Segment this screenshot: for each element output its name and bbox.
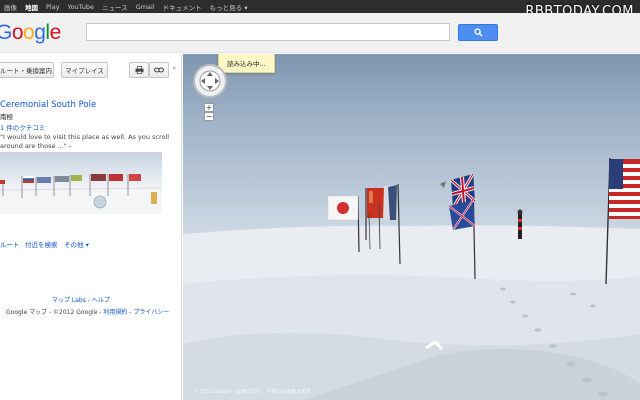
- printer-icon: [135, 66, 143, 74]
- action-more-link[interactable]: その他 ▾: [64, 239, 89, 249]
- loading-tooltip: 読み込み中...: [218, 54, 275, 73]
- topbar-link-more[interactable]: もっと見る ▾: [206, 2, 252, 12]
- my-places-button[interactable]: マイプレイス: [61, 62, 108, 78]
- action-search-nearby-link[interactable]: 付近を検索: [25, 239, 58, 249]
- google-logo[interactable]: Google: [0, 21, 61, 45]
- link-button[interactable]: [149, 62, 169, 78]
- footer-legal: Google マップ - ©2012 Google - 利用規約 - プライバシ…: [6, 307, 169, 316]
- footer-maps-label: Google マップ -: [6, 309, 54, 316]
- topbar-link-images[interactable]: 画像: [0, 2, 21, 12]
- street-view-panorama[interactable]: 読み込み中... + − © 2012 Google · 画像の日付 · 不適切…: [183, 54, 640, 400]
- topbar-link-gmail[interactable]: Gmail: [132, 3, 159, 11]
- pan-control[interactable]: [193, 64, 227, 98]
- search-button[interactable]: [458, 24, 498, 41]
- topbar-link-news[interactable]: ニュース: [98, 2, 132, 12]
- footer-copyright: ©2012 Google: [53, 309, 98, 316]
- zoom-out-button[interactable]: −: [204, 112, 214, 121]
- street-view-thumbnail[interactable]: [0, 152, 162, 214]
- place-title[interactable]: Ceremonial South Pole: [0, 100, 96, 110]
- action-directions-link[interactable]: ルート: [0, 239, 20, 249]
- review-snippet: "I would love to visit this place as wel…: [0, 133, 170, 150]
- topbar-link-youtube[interactable]: YouTube: [64, 3, 98, 11]
- place-subtitle: 南極: [0, 113, 13, 121]
- panorama-scene: [183, 157, 640, 400]
- search-input[interactable]: [86, 23, 450, 41]
- print-button[interactable]: [129, 62, 149, 78]
- pan-arrows-icon: [199, 70, 221, 92]
- left-panel: ルート・乗換案内 マイプレイス « Ceremonial South Pole …: [0, 54, 182, 400]
- directions-button[interactable]: ルート・乗換案内: [0, 62, 54, 78]
- footer-terms-link[interactable]: - 利用規約: [97, 309, 127, 316]
- reviews-link[interactable]: 1 件のクチコミ: [0, 122, 45, 132]
- street-view-attribution[interactable]: © 2012 Google · 画像の日付 · 不適切な画像を報告: [193, 388, 311, 395]
- topbar-link-play[interactable]: Play: [42, 3, 64, 11]
- footer-labs-help[interactable]: マップ Labs - ヘルプ: [52, 295, 110, 304]
- zoom-in-button[interactable]: +: [204, 103, 214, 112]
- collapse-panel-icon[interactable]: «: [172, 64, 176, 72]
- search-header: Google: [0, 13, 640, 53]
- magnifier-icon: [473, 28, 483, 37]
- thumbnail-image: [0, 174, 162, 214]
- footer-privacy-link[interactable]: - プライバシー: [127, 309, 169, 316]
- topbar-link-docs[interactable]: ドキュメント: [159, 2, 206, 12]
- chain-link-icon: [154, 67, 164, 73]
- topbar-link-maps[interactable]: 地図: [21, 2, 42, 12]
